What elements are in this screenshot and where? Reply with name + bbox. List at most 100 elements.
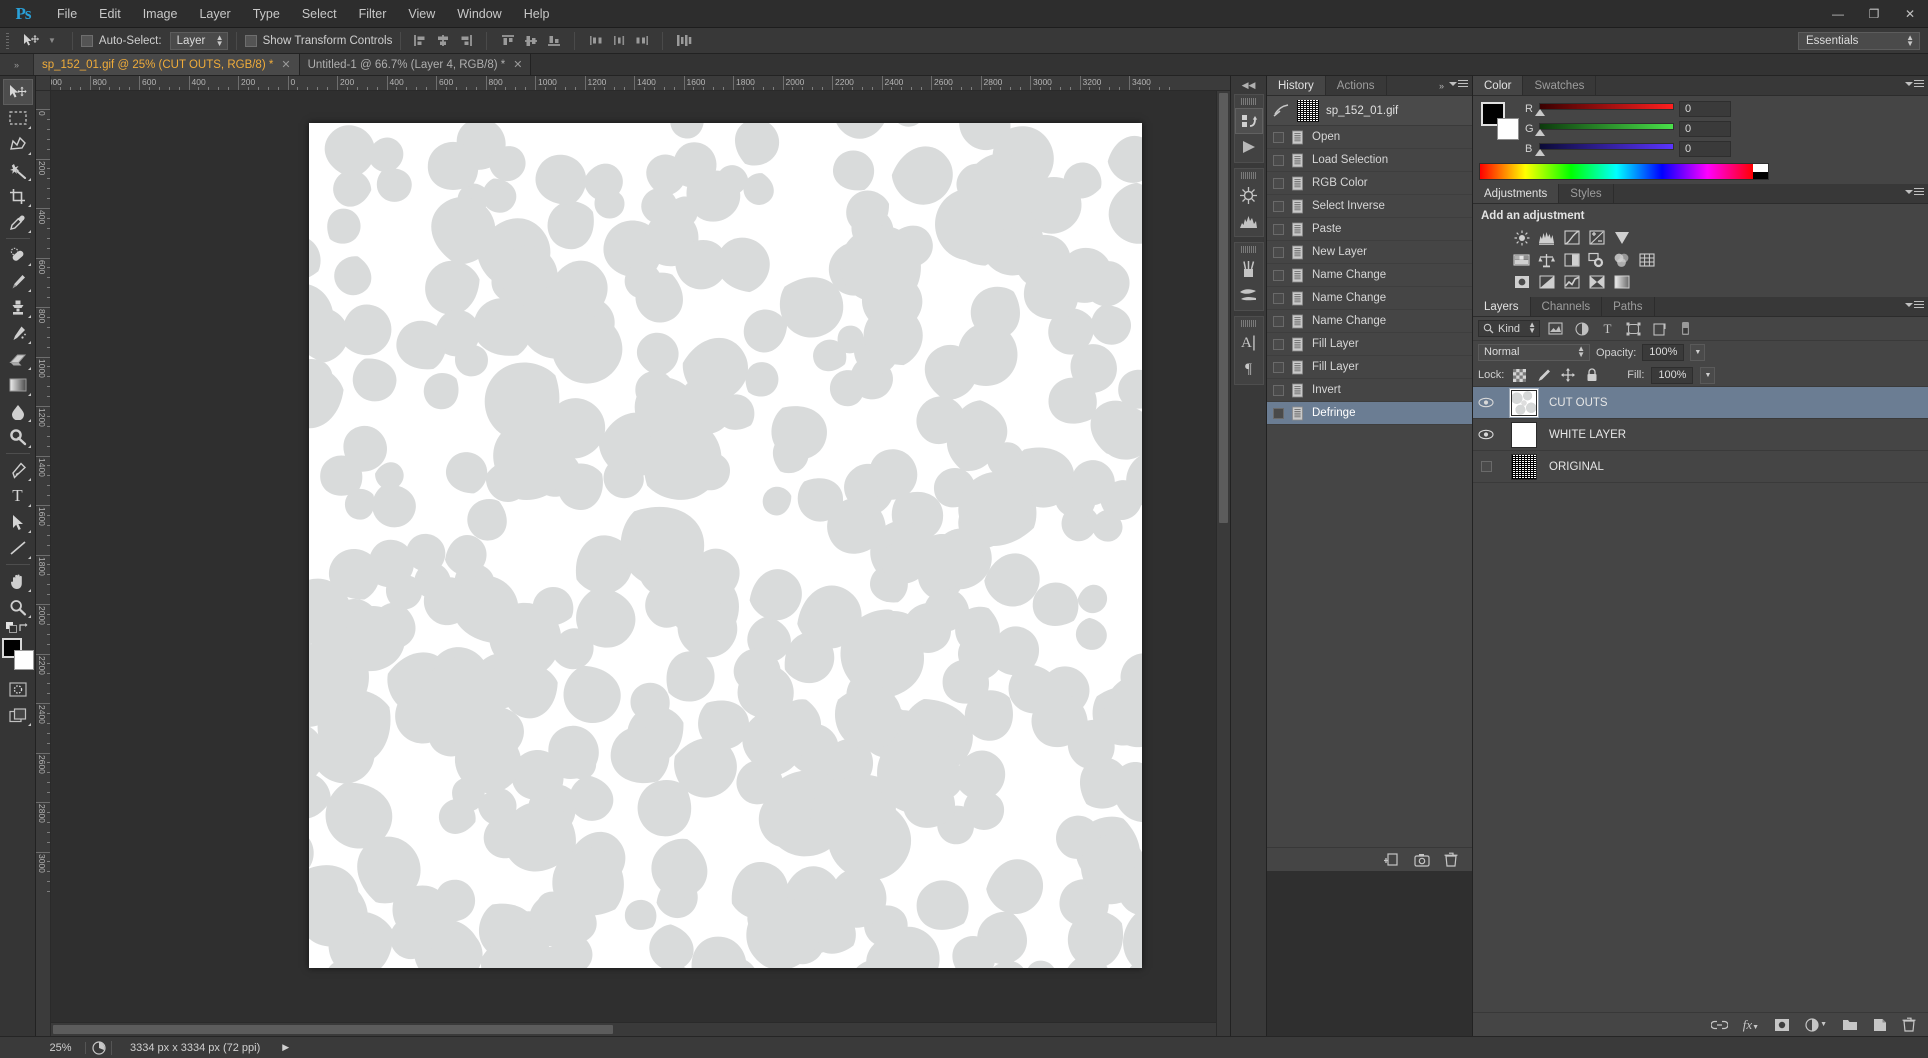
delete-layer-icon[interactable] bbox=[1902, 1017, 1916, 1032]
history-state-checkbox[interactable] bbox=[1273, 292, 1284, 304]
brush-panel-icon[interactable] bbox=[1235, 256, 1263, 282]
pen-tool[interactable] bbox=[3, 457, 33, 483]
red-value-input[interactable]: 0 bbox=[1679, 101, 1731, 117]
close-button[interactable]: ✕ bbox=[1892, 0, 1928, 28]
path-selection-tool[interactable] bbox=[3, 509, 33, 535]
layer-style-fx-icon[interactable]: fx▼ bbox=[1743, 1017, 1759, 1033]
status-expand-arrow[interactable]: ▶ bbox=[282, 1042, 289, 1053]
exposure-icon[interactable] bbox=[1586, 228, 1607, 247]
history-state-row[interactable]: Defringe bbox=[1267, 402, 1472, 425]
layer-filter-kind-dropdown[interactable]: Kind ▲ ▼ bbox=[1478, 320, 1540, 337]
brightness-contrast-icon[interactable] bbox=[1511, 228, 1532, 247]
history-state-row[interactable]: Name Change bbox=[1267, 310, 1472, 333]
collapse-panels-button[interactable]: ◀◀ bbox=[1231, 76, 1267, 94]
horizontal-ruler[interactable]: 1000800600400200020040060080010001200140… bbox=[51, 76, 1230, 91]
layer-row[interactable]: CUT OUTS bbox=[1473, 387, 1928, 419]
black-white-swatches[interactable] bbox=[1753, 164, 1768, 179]
vibrance-icon[interactable] bbox=[1611, 228, 1632, 247]
vertical-scrollbar[interactable] bbox=[1216, 91, 1230, 1036]
layer-visibility-eye-icon[interactable] bbox=[1473, 397, 1499, 408]
gradient-tool[interactable] bbox=[3, 372, 33, 398]
crop-tool[interactable] bbox=[3, 183, 33, 209]
new-group-icon[interactable] bbox=[1842, 1018, 1858, 1031]
menu-view[interactable]: View bbox=[397, 0, 446, 28]
menu-file[interactable]: File bbox=[46, 0, 88, 28]
layer-row[interactable]: WHITE LAYER bbox=[1473, 419, 1928, 451]
photo-filter-icon[interactable] bbox=[1586, 250, 1607, 269]
background-color-swatch[interactable] bbox=[13, 650, 34, 670]
menu-edit[interactable]: Edit bbox=[88, 0, 132, 28]
history-state-checkbox[interactable] bbox=[1273, 407, 1284, 419]
history-brush-tool[interactable] bbox=[3, 320, 33, 346]
tab-actions[interactable]: Actions bbox=[1326, 76, 1387, 95]
show-transform-controls-checkbox[interactable] bbox=[244, 34, 257, 47]
tab-channels[interactable]: Channels bbox=[1531, 297, 1603, 316]
history-state-checkbox[interactable] bbox=[1273, 361, 1284, 373]
history-state-checkbox[interactable] bbox=[1273, 154, 1284, 166]
history-state-row[interactable]: Name Change bbox=[1267, 264, 1472, 287]
timeline-icon[interactable] bbox=[1235, 134, 1263, 160]
distribute-right-icon[interactable] bbox=[631, 31, 652, 51]
filter-type-icon[interactable]: T bbox=[1597, 319, 1618, 338]
lasso-tool[interactable] bbox=[3, 131, 33, 157]
line-tool[interactable] bbox=[3, 535, 33, 561]
align-top-edges-icon[interactable] bbox=[497, 31, 518, 51]
blend-mode-dropdown[interactable]: Normal ▲ ▼ bbox=[1478, 344, 1590, 361]
dock-grip[interactable] bbox=[1240, 172, 1257, 179]
tab-nav-arrows[interactable]: » bbox=[0, 54, 34, 75]
close-icon[interactable]: ✕ bbox=[513, 58, 522, 71]
menu-image[interactable]: Image bbox=[132, 0, 189, 28]
fill-slider-toggle[interactable]: ▼ bbox=[1700, 366, 1716, 384]
lock-position-icon[interactable] bbox=[1559, 367, 1576, 384]
align-right-edges-icon[interactable] bbox=[455, 31, 476, 51]
menu-help[interactable]: Help bbox=[513, 0, 561, 28]
new-layer-icon[interactable] bbox=[1873, 1018, 1887, 1032]
distribute-horizontal-center-icon[interactable] bbox=[608, 31, 629, 51]
layer-name[interactable]: WHITE LAYER bbox=[1549, 429, 1626, 441]
lock-all-icon[interactable] bbox=[1583, 367, 1600, 384]
color-lookup-icon[interactable] bbox=[1636, 250, 1657, 269]
history-state-row[interactable]: Load Selection bbox=[1267, 149, 1472, 172]
magic-wand-tool[interactable] bbox=[3, 157, 33, 183]
zoom-level-input[interactable]: 25% bbox=[36, 1041, 86, 1054]
align-bottom-edges-icon[interactable] bbox=[543, 31, 564, 51]
threshold-icon[interactable] bbox=[1561, 272, 1582, 291]
tab-history[interactable]: History bbox=[1267, 76, 1326, 95]
history-state-row[interactable]: Invert bbox=[1267, 379, 1472, 402]
delete-state-icon[interactable] bbox=[1444, 852, 1458, 867]
curves-icon[interactable] bbox=[1561, 228, 1582, 247]
move-tool[interactable] bbox=[2, 79, 33, 105]
document-viewport[interactable] bbox=[51, 91, 1230, 1036]
menu-window[interactable]: Window bbox=[446, 0, 512, 28]
panel-menu-icon[interactable] bbox=[1905, 188, 1924, 196]
document-tab-active[interactable]: sp_152_01.gif @ 25% (CUT OUTS, RGB/8) * … bbox=[34, 54, 300, 75]
paragraph-panel-icon[interactable]: ¶ bbox=[1235, 356, 1263, 382]
distribute-spacing-icon[interactable] bbox=[673, 31, 694, 51]
restore-button[interactable]: ❐ bbox=[1856, 0, 1892, 28]
dodge-tool[interactable] bbox=[3, 424, 33, 450]
3d-icon[interactable] bbox=[1235, 182, 1263, 208]
zoom-tool[interactable] bbox=[3, 594, 33, 620]
invert-icon[interactable] bbox=[1511, 272, 1532, 291]
filter-toggle-icon[interactable] bbox=[1675, 319, 1696, 338]
channel-mixer-icon[interactable] bbox=[1611, 250, 1632, 269]
brush-tool[interactable] bbox=[3, 268, 33, 294]
layer-name[interactable]: ORIGINAL bbox=[1549, 461, 1604, 473]
character-panel-icon[interactable]: A | bbox=[1235, 330, 1263, 356]
history-state-row[interactable]: Name Change bbox=[1267, 287, 1472, 310]
distribute-left-icon[interactable] bbox=[585, 31, 606, 51]
layer-thumbnail-wrapper[interactable] bbox=[1507, 421, 1541, 448]
history-state-checkbox[interactable] bbox=[1273, 177, 1284, 189]
selective-color-icon[interactable] bbox=[1586, 272, 1607, 291]
green-slider[interactable] bbox=[1535, 122, 1674, 136]
vertical-ruler[interactable]: 0 200 400 600 800 1000 1200 1400 1600 1800 2000 220… bbox=[36, 91, 51, 1036]
auto-select-checkbox[interactable] bbox=[80, 34, 93, 47]
close-icon[interactable]: ✕ bbox=[281, 58, 290, 71]
panel-menu-icon[interactable] bbox=[1905, 301, 1924, 309]
screen-mode-icon[interactable] bbox=[3, 702, 33, 728]
fill-input[interactable]: 100% bbox=[1651, 366, 1694, 384]
green-slider-knob[interactable] bbox=[1535, 128, 1545, 136]
tab-styles[interactable]: Styles bbox=[1559, 184, 1614, 203]
color-balance-icon[interactable] bbox=[1536, 250, 1557, 269]
filter-adjustment-icon[interactable] bbox=[1571, 319, 1592, 338]
